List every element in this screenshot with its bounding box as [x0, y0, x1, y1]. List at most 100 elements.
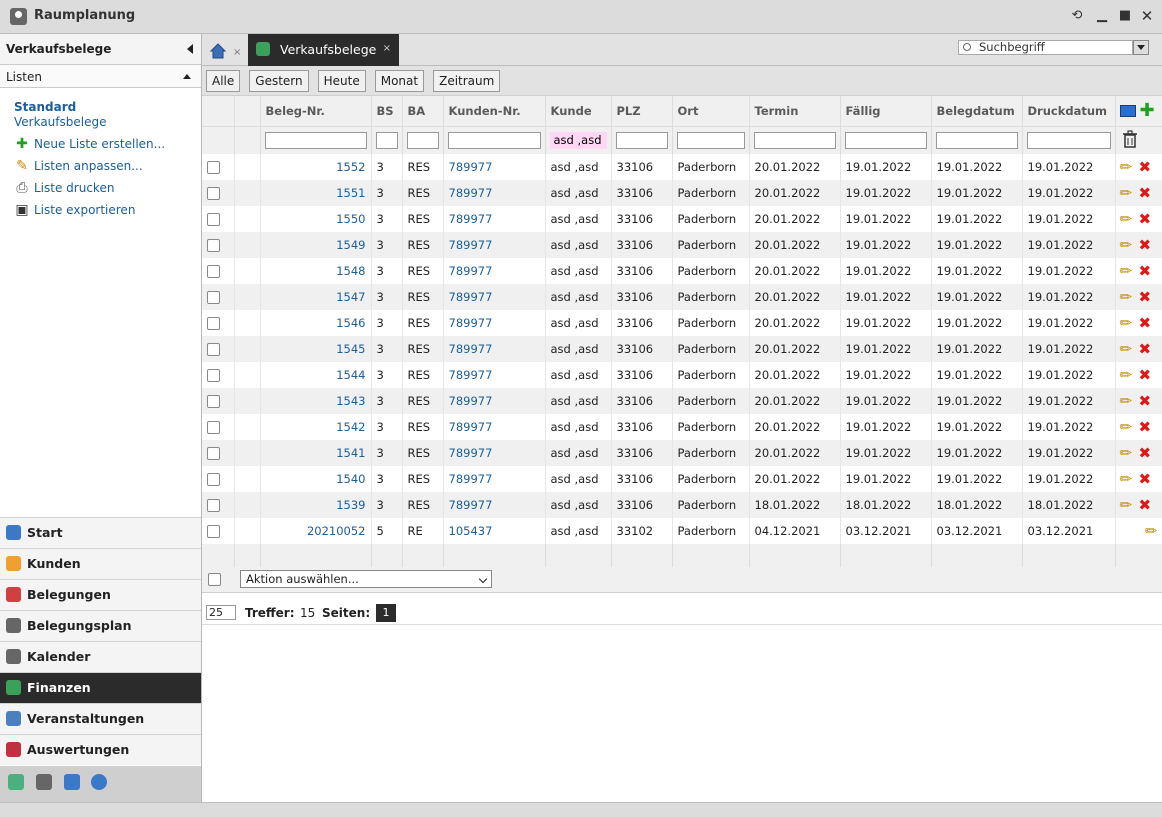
- chevron-up-icon[interactable]: [183, 74, 191, 79]
- table-row[interactable]: 1548 3 RES 789977 asd ,asd 33106 Paderborn 20.0…: [202, 258, 1162, 284]
- table-row[interactable]: 1543 3 RES 789977 asd ,asd 33106 Paderborn 20.0…: [202, 388, 1162, 414]
- row-checkbox[interactable]: [207, 421, 220, 434]
- monitor-icon[interactable]: [1119, 104, 1136, 117]
- row-checkbox[interactable]: [207, 447, 220, 460]
- cell-nr[interactable]: 1546: [260, 310, 372, 336]
- table-row[interactable]: 1546 3 RES 789977 asd ,asd 33106 Paderborn 20.0…: [202, 310, 1162, 336]
- delete-icon[interactable]: ✖: [1139, 471, 1153, 487]
- cell-nr[interactable]: 1552: [260, 154, 372, 180]
- cell-kdnr[interactable]: 789977: [443, 388, 546, 414]
- action-select[interactable]: Aktion auswählen...: [240, 570, 492, 588]
- filter-button-monat[interactable]: Monat: [374, 70, 425, 92]
- row-checkbox[interactable]: [207, 265, 220, 278]
- edit-icon[interactable]: ✏: [1120, 237, 1136, 253]
- sidebar-link-1[interactable]: ✎ Listen anpassen...: [14, 157, 187, 179]
- cell-nr[interactable]: 1545: [260, 336, 372, 362]
- nav-item-finanzen[interactable]: Finanzen: [0, 672, 201, 703]
- row-checkbox[interactable]: [207, 317, 220, 330]
- column-header-8[interactable]: Ort: [672, 96, 750, 127]
- table-row[interactable]: 1552 3 RES 789977 asd ,asd 33106 Paderborn 20.0…: [202, 154, 1162, 180]
- table-row[interactable]: 1540 3 RES 789977 asd ,asd 33106 Paderborn 20.0…: [202, 466, 1162, 492]
- nav-item-kalender[interactable]: Kalender: [0, 641, 201, 672]
- edit-icon[interactable]: ✏: [1120, 263, 1136, 279]
- cell-nr[interactable]: 1544: [260, 362, 372, 388]
- column-header-5[interactable]: Kunden-Nr.: [443, 96, 546, 127]
- cell-kdnr[interactable]: 789977: [443, 232, 546, 258]
- table-row[interactable]: 1547 3 RES 789977 asd ,asd 33106 Paderborn 20.0…: [202, 284, 1162, 310]
- cell-kdnr[interactable]: 789977: [443, 414, 546, 440]
- delete-icon[interactable]: ✖: [1139, 341, 1153, 357]
- delete-icon[interactable]: ✖: [1139, 445, 1153, 461]
- collapse-icon[interactable]: [187, 44, 193, 54]
- column-header-12[interactable]: Druckdatum: [1022, 96, 1116, 127]
- column-header-9[interactable]: Termin: [749, 96, 841, 127]
- table-row[interactable]: 20210052 5 RE 105437 asd ,asd 33102 Paderborn 0…: [202, 518, 1162, 544]
- nav-item-auswertungen[interactable]: Auswertungen: [0, 734, 201, 765]
- edit-icon[interactable]: ✏: [1120, 289, 1136, 305]
- cell-kdnr[interactable]: 789977: [443, 258, 546, 284]
- cell-nr[interactable]: 1551: [260, 180, 372, 206]
- filter-button-zeitraum[interactable]: Zeitraum: [433, 70, 501, 92]
- table-row[interactable]: 1542 3 RES 789977 asd ,asd 33106 Paderborn 20.0…: [202, 414, 1162, 440]
- calendar-table-icon[interactable]: [8, 774, 24, 790]
- add-icon[interactable]: ✚: [1140, 100, 1155, 121]
- filter-belegdatum[interactable]: [935, 131, 1018, 149]
- row-checkbox[interactable]: [207, 343, 220, 356]
- cell-kdnr[interactable]: 789977: [443, 206, 546, 232]
- column-header-7[interactable]: PLZ: [611, 96, 673, 127]
- edit-icon[interactable]: ✏: [1120, 159, 1136, 175]
- filter-druckdatum[interactable]: [1026, 131, 1111, 149]
- nav-item-belegungen[interactable]: Belegungen: [0, 579, 201, 610]
- column-header-2[interactable]: Beleg-Nr.: [260, 96, 372, 127]
- delete-icon[interactable]: ✖: [1139, 159, 1153, 175]
- cell-kdnr[interactable]: 789977: [443, 440, 546, 466]
- cell-kdnr[interactable]: 789977: [443, 154, 546, 180]
- column-header-3[interactable]: BS: [371, 96, 403, 127]
- delete-icon[interactable]: ✖: [1139, 211, 1153, 227]
- cell-nr[interactable]: 1549: [260, 232, 372, 258]
- cell-kdnr[interactable]: 789977: [443, 492, 546, 518]
- search-dropdown-button[interactable]: [1133, 40, 1149, 55]
- table-row[interactable]: 1551 3 RES 789977 asd ,asd 33106 Paderborn 20.0…: [202, 180, 1162, 206]
- delete-icon[interactable]: ✖: [1139, 419, 1153, 435]
- search-input[interactable]: Suchbegriff: [958, 40, 1133, 55]
- nav-item-belegungsplan[interactable]: Belegungsplan: [0, 610, 201, 641]
- cell-kdnr[interactable]: 105437: [443, 518, 546, 544]
- tab-verkaufsbelege[interactable]: Verkaufsbelege ×: [248, 34, 399, 66]
- sidebar-link-2[interactable]: ⎙ Liste drucken: [14, 179, 187, 201]
- delete-icon[interactable]: ✖: [1139, 367, 1153, 383]
- delete-icon[interactable]: ✖: [1139, 263, 1153, 279]
- per-page-input[interactable]: 25: [206, 605, 236, 620]
- edit-icon[interactable]: ✏: [1120, 367, 1136, 383]
- filter-ort[interactable]: [676, 131, 745, 149]
- filter-beleg-nr[interactable]: [264, 131, 367, 149]
- edit-icon[interactable]: ✏: [1120, 315, 1136, 331]
- cell-nr[interactable]: 1542: [260, 414, 372, 440]
- edit-icon[interactable]: ✏: [1120, 185, 1136, 201]
- delete-icon[interactable]: ✖: [1139, 497, 1153, 513]
- refresh-icon[interactable]: ⟲: [1068, 7, 1086, 25]
- edit-icon[interactable]: ✏: [1120, 471, 1136, 487]
- sidebar-link-0[interactable]: ✚ Neue Liste erstellen...: [14, 135, 187, 157]
- edit-icon[interactable]: ✏: [1120, 445, 1136, 461]
- edit-icon[interactable]: ✏: [1142, 523, 1158, 539]
- tools-icon[interactable]: [63, 774, 80, 790]
- filter-kunden-nr[interactable]: [447, 131, 541, 149]
- trash-icon[interactable]: [1122, 130, 1138, 148]
- edit-icon[interactable]: ✏: [1120, 211, 1136, 227]
- table-row[interactable]: 1545 3 RES 789977 asd ,asd 33106 Paderborn 20.0…: [202, 336, 1162, 362]
- row-checkbox[interactable]: [207, 499, 220, 512]
- column-header-6[interactable]: Kunde: [545, 96, 612, 127]
- delete-icon[interactable]: ✖: [1139, 237, 1153, 253]
- page-button[interactable]: 1: [376, 604, 396, 622]
- cell-nr[interactable]: 1541: [260, 440, 372, 466]
- delete-icon[interactable]: ✖: [1139, 289, 1153, 305]
- edit-icon[interactable]: ✏: [1120, 393, 1136, 409]
- row-checkbox[interactable]: [207, 525, 220, 538]
- nav-item-kunden[interactable]: Kunden: [0, 548, 201, 579]
- select-all-checkbox[interactable]: [208, 573, 221, 586]
- filter-kunde[interactable]: [549, 131, 607, 149]
- user-settings-icon[interactable]: [35, 774, 52, 790]
- tab-close-icon[interactable]: ×: [383, 43, 391, 54]
- row-checkbox[interactable]: [207, 395, 220, 408]
